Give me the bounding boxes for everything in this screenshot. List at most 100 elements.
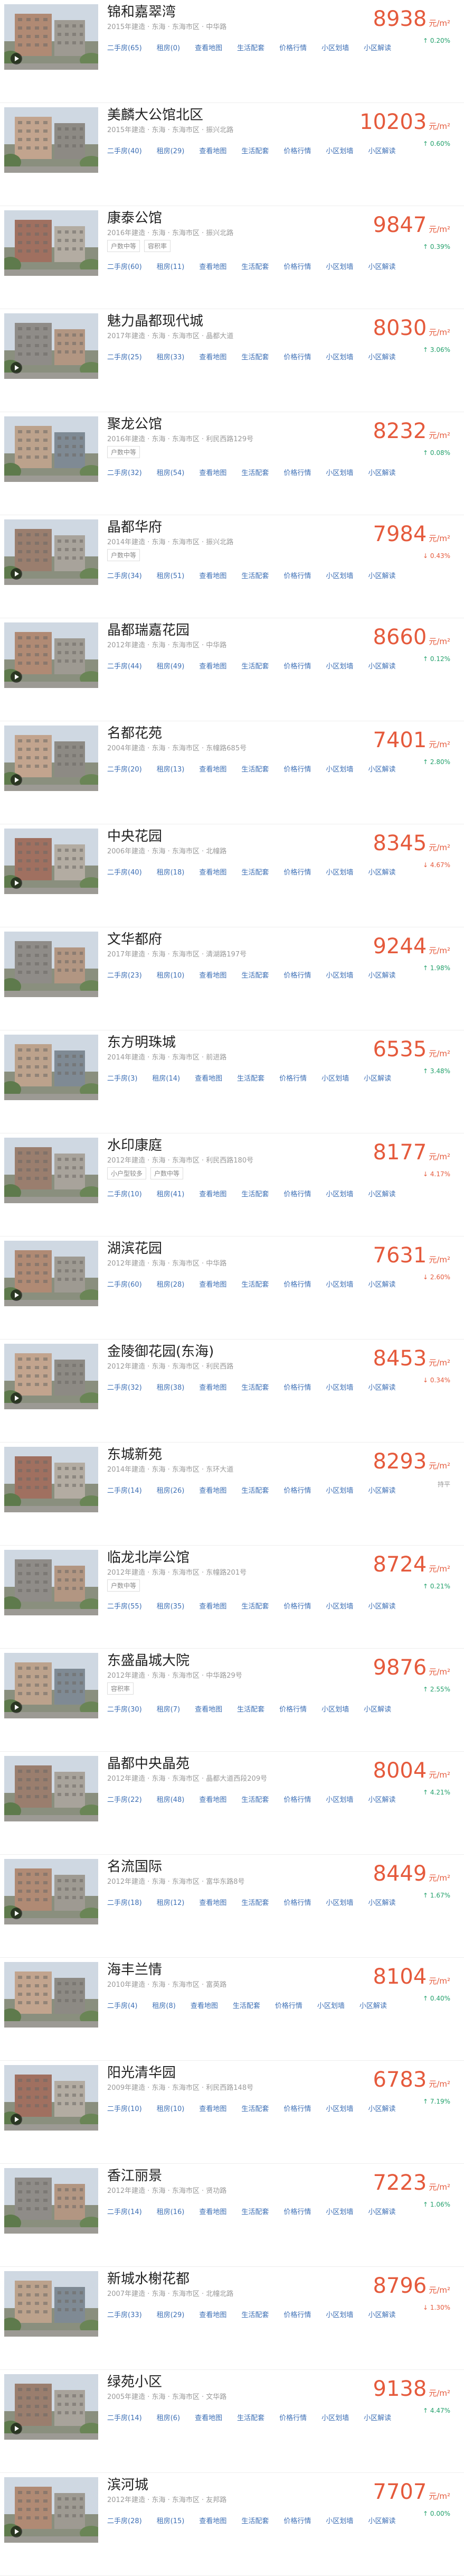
amenities-link[interactable]: 生活配套 (237, 1073, 264, 1083)
second-hand-link[interactable]: 二手房(10) (107, 2103, 142, 2113)
community-card[interactable]: 东方明珠城 2014年建造 · 东海 · 东海市区 · 前进路 二手房(3) 租… (0, 1030, 464, 1133)
second-hand-link[interactable]: 二手房(40) (107, 867, 142, 877)
video-play-icon[interactable] (11, 1908, 22, 1919)
video-play-icon[interactable] (11, 1289, 22, 1301)
community-plot-link[interactable]: 小区划墙 (321, 1073, 349, 1083)
map-link[interactable]: 查看地图 (199, 1794, 226, 1804)
community-plot-link[interactable]: 小区划墙 (321, 2412, 349, 2422)
second-hand-link[interactable]: 二手房(28) (107, 2515, 142, 2525)
community-name[interactable]: 东城新苑 (107, 1444, 162, 1463)
community-photo[interactable] (4, 210, 98, 276)
amenities-link[interactable]: 生活配套 (241, 145, 269, 155)
second-hand-link[interactable]: 二手房(14) (107, 1485, 142, 1495)
community-plot-link[interactable]: 小区划墙 (326, 1485, 353, 1495)
map-link[interactable]: 查看地图 (195, 1073, 222, 1083)
community-card[interactable]: 东盛晶城大院 2012年建造 · 东海 · 东海市区 · 中华路29号 容积率 … (0, 1649, 464, 1752)
map-link[interactable]: 查看地图 (199, 1188, 226, 1198)
community-photo[interactable] (4, 1035, 98, 1100)
community-plot-link[interactable]: 小区划墙 (326, 467, 353, 477)
map-link[interactable]: 查看地图 (195, 42, 222, 52)
map-link[interactable]: 查看地图 (199, 970, 226, 980)
community-plot-link[interactable]: 小区划墙 (326, 351, 353, 361)
map-link[interactable]: 查看地图 (199, 351, 226, 361)
community-review-link[interactable]: 小区解读 (368, 351, 395, 361)
rent-link[interactable]: 租房(48) (157, 1794, 185, 1804)
community-photo[interactable] (4, 519, 98, 585)
rent-link[interactable]: 租房(18) (157, 867, 185, 877)
community-review-link[interactable]: 小区解读 (368, 1279, 395, 1289)
community-name[interactable]: 绿苑小区 (107, 2371, 162, 2391)
community-plot-link[interactable]: 小区划墙 (326, 261, 353, 271)
map-link[interactable]: 查看地图 (199, 1897, 226, 1907)
community-plot-link[interactable]: 小区划墙 (326, 570, 353, 580)
video-play-icon[interactable] (11, 53, 22, 64)
community-photo[interactable] (4, 726, 98, 791)
rent-link[interactable]: 租房(29) (157, 2309, 185, 2319)
community-review-link[interactable]: 小区解读 (368, 1485, 395, 1495)
community-card[interactable]: 海丰兰情 2010年建造 · 东海 · 东海市区 · 富英路 二手房(4) 租房… (0, 1958, 464, 2061)
amenities-link[interactable]: 生活配套 (241, 764, 269, 774)
rent-link[interactable]: 租房(51) (157, 570, 185, 580)
map-link[interactable]: 查看地图 (199, 2103, 226, 2113)
second-hand-link[interactable]: 二手房(18) (107, 1897, 142, 1907)
second-hand-link[interactable]: 二手房(14) (107, 2206, 142, 2216)
community-name[interactable]: 水印康庭 (107, 1134, 162, 1154)
video-play-icon[interactable] (11, 877, 22, 889)
price-trend-link[interactable]: 价格行情 (283, 570, 311, 580)
community-name[interactable]: 晶都华府 (107, 516, 162, 536)
map-link[interactable]: 查看地图 (199, 467, 226, 477)
amenities-link[interactable]: 生活配套 (241, 1601, 269, 1611)
community-plot-link[interactable]: 小区划墙 (326, 1794, 353, 1804)
rent-link[interactable]: 租房(54) (157, 467, 185, 477)
rent-link[interactable]: 租房(10) (157, 2103, 185, 2113)
amenities-link[interactable]: 生活配套 (241, 2309, 269, 2319)
video-play-icon[interactable] (11, 671, 22, 683)
rent-link[interactable]: 租房(33) (157, 351, 185, 361)
community-card[interactable]: 绿苑小区 2005年建造 · 东海 · 东海市区 · 文华路 二手房(14) 租… (0, 2370, 464, 2473)
price-trend-link[interactable]: 价格行情 (283, 2103, 311, 2113)
second-hand-link[interactable]: 二手房(14) (107, 2412, 142, 2422)
community-review-link[interactable]: 小区解读 (368, 1897, 395, 1907)
map-link[interactable]: 查看地图 (195, 2412, 222, 2422)
community-plot-link[interactable]: 小区划墙 (326, 867, 353, 877)
community-name[interactable]: 名流国际 (107, 1856, 162, 1875)
community-card[interactable]: 水印康庭 2012年建造 · 东海 · 东海市区 · 利民西路180号 小户型较… (0, 1133, 464, 1236)
community-card[interactable]: 美麟大公馆北区 2015年建造 · 东海 · 东海市区 · 振兴北路 二手房(4… (0, 103, 464, 206)
community-review-link[interactable]: 小区解读 (364, 2412, 391, 2422)
community-review-link[interactable]: 小区解读 (368, 1794, 395, 1804)
community-card[interactable]: 康泰公馆 2016年建造 · 东海 · 东海市区 · 振兴北路 户数中等 容积率 … (0, 206, 464, 309)
rent-link[interactable]: 租房(13) (157, 764, 185, 774)
video-play-icon[interactable] (11, 1701, 22, 1713)
second-hand-link[interactable]: 二手房(4) (107, 2000, 137, 2010)
price-trend-link[interactable]: 价格行情 (275, 2000, 302, 2010)
community-review-link[interactable]: 小区解读 (368, 2103, 395, 2113)
community-card[interactable]: 新城水榭花都 2007年建造 · 东海 · 东海市区 · 北幢北路 二手房(33… (0, 2267, 464, 2370)
map-link[interactable]: 查看地图 (199, 145, 226, 155)
community-name[interactable]: 新城水榭花都 (107, 2268, 190, 2287)
community-name[interactable]: 晶都瑞嘉花园 (107, 619, 190, 639)
rent-link[interactable]: 租房(10) (157, 970, 185, 980)
price-trend-link[interactable]: 价格行情 (283, 1188, 311, 1198)
community-photo[interactable] (4, 1653, 98, 1718)
amenities-link[interactable]: 生活配套 (241, 867, 269, 877)
community-plot-link[interactable]: 小区划墙 (326, 2206, 353, 2216)
price-trend-link[interactable]: 价格行情 (283, 1382, 311, 1392)
price-trend-link[interactable]: 价格行情 (283, 2515, 311, 2525)
community-photo[interactable] (4, 622, 98, 688)
community-plot-link[interactable]: 小区划墙 (326, 1382, 353, 1392)
amenities-link[interactable]: 生活配套 (241, 1794, 269, 1804)
amenities-link[interactable]: 生活配套 (241, 467, 269, 477)
community-photo[interactable] (4, 1447, 98, 1512)
community-review-link[interactable]: 小区解读 (368, 261, 395, 271)
community-card[interactable]: 临龙北岸公馆 2012年建造 · 东海 · 东海市区 · 东幢路201号 户数中… (0, 1546, 464, 1649)
second-hand-link[interactable]: 二手房(30) (107, 1704, 142, 1714)
rent-link[interactable]: 租房(41) (157, 1188, 185, 1198)
community-card[interactable]: 金陵御花园(东海) 2012年建造 · 东海 · 东海市区 · 利民西路 二手房… (0, 1340, 464, 1443)
community-photo[interactable] (4, 416, 98, 482)
community-photo[interactable] (4, 2374, 98, 2440)
community-name[interactable]: 金陵御花园(东海) (107, 1341, 214, 1360)
amenities-link[interactable]: 生活配套 (237, 1704, 264, 1714)
amenities-link[interactable]: 生活配套 (241, 661, 269, 671)
community-photo[interactable] (4, 829, 98, 894)
price-trend-link[interactable]: 价格行情 (283, 2206, 311, 2216)
